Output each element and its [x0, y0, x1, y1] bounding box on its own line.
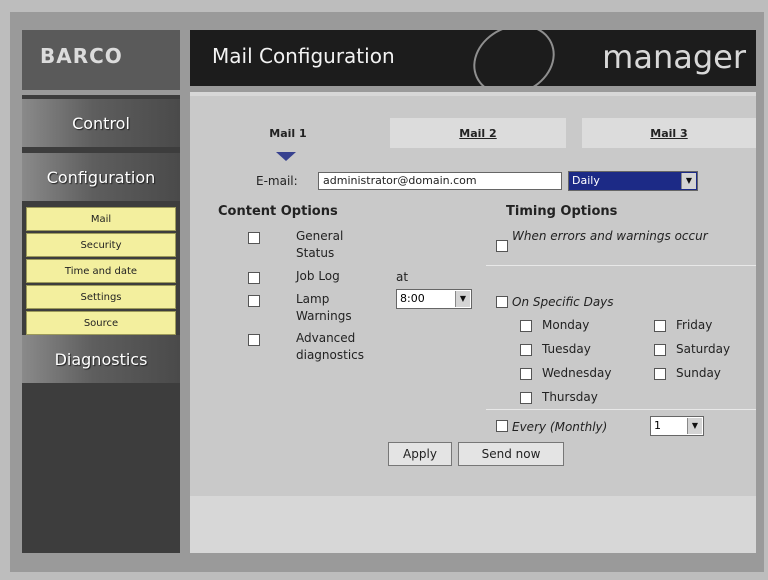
sidebar-category-diagnostics[interactable]: Diagnostics: [22, 335, 180, 383]
lamp-warnings-checkbox[interactable]: [248, 295, 260, 307]
frequency-select[interactable]: Daily ▼: [568, 171, 698, 191]
wednesday-checkbox[interactable]: [520, 368, 532, 380]
tuesday-label: Tuesday: [542, 342, 591, 356]
monthly-checkbox[interactable]: [496, 420, 508, 432]
job-log-label: Job Log: [296, 269, 340, 283]
mail-settings-panel: [190, 96, 756, 496]
sidebar-item-time-and-date[interactable]: Time and date: [26, 259, 176, 283]
sidebar-category-configuration[interactable]: Configuration: [22, 153, 180, 201]
when-errors-label: When errors and warnings occur: [512, 229, 708, 243]
time-at-label: at: [396, 270, 409, 284]
when-errors-checkbox[interactable]: [496, 240, 508, 252]
dropdown-arrow-icon[interactable]: ▼: [687, 418, 702, 434]
divider: [486, 409, 756, 410]
tab-mail-1[interactable]: Mail 1: [200, 118, 376, 148]
emanager-logo: manager: [602, 38, 746, 76]
email-field[interactable]: administrator@domain.com: [318, 172, 562, 190]
page-title: Mail Configuration: [212, 44, 395, 68]
wednesday-label: Wednesday: [542, 366, 612, 380]
advanced-diagnostics-label: Advanced diagnostics: [296, 331, 365, 362]
timing-options-heading: Timing Options: [506, 204, 618, 219]
monday-label: Monday: [542, 318, 590, 332]
sidebar-item-mail[interactable]: Mail: [26, 207, 176, 231]
dropdown-arrow-icon[interactable]: ▼: [455, 291, 470, 307]
active-tab-indicator-icon: [276, 152, 296, 161]
sidebar-item-source[interactable]: Source: [26, 311, 176, 335]
thursday-label: Thursday: [542, 390, 598, 404]
friday-label: Friday: [676, 318, 713, 332]
monthly-label: Every (Monthly): [512, 420, 608, 434]
friday-checkbox[interactable]: [654, 320, 666, 332]
lamp-warnings-label: Lamp Warnings: [296, 292, 352, 323]
sidebar-category-control[interactable]: Control: [22, 99, 180, 147]
sidebar-subitems: Mail Security Time and date Settings Sou…: [26, 207, 176, 337]
monthly-day-select[interactable]: 1 ▼: [650, 416, 704, 436]
sidebar-item-security[interactable]: Security: [26, 233, 176, 257]
saturday-checkbox[interactable]: [654, 344, 666, 356]
thursday-checkbox[interactable]: [520, 392, 532, 404]
time-select[interactable]: 8:00 ▼: [396, 289, 472, 309]
sidebar: Control Configuration Mail Security Time…: [22, 95, 180, 553]
e-logo-swoosh: [461, 30, 567, 86]
sunday-label: Sunday: [676, 366, 721, 380]
specific-days-label: On Specific Days: [512, 295, 614, 309]
dropdown-arrow-icon[interactable]: ▼: [681, 173, 696, 189]
job-log-checkbox[interactable]: [248, 272, 260, 284]
tuesday-checkbox[interactable]: [520, 344, 532, 356]
general-status-checkbox[interactable]: [248, 232, 260, 244]
divider: [486, 265, 756, 266]
content-options-heading: Content Options: [218, 204, 338, 219]
advanced-diagnostics-checkbox[interactable]: [248, 334, 260, 346]
general-status-label: General Status: [296, 229, 344, 260]
monday-checkbox[interactable]: [520, 320, 532, 332]
sidebar-item-settings[interactable]: Settings: [26, 285, 176, 309]
send-now-button[interactable]: Send now: [458, 442, 564, 466]
tab-mail-3[interactable]: Mail 3: [582, 118, 756, 148]
specific-days-checkbox[interactable]: [496, 296, 508, 308]
page-header: Mail Configuration manager: [190, 30, 756, 86]
sunday-checkbox[interactable]: [654, 368, 666, 380]
email-label: E-mail:: [256, 174, 298, 188]
main-content: Mail 1 Mail 2 Mail 3 E-mail: administrat…: [190, 92, 756, 553]
saturday-label: Saturday: [676, 342, 731, 356]
barco-logo: BARCO: [40, 44, 123, 68]
apply-button[interactable]: Apply: [388, 442, 452, 466]
tab-mail-2[interactable]: Mail 2: [390, 118, 566, 148]
